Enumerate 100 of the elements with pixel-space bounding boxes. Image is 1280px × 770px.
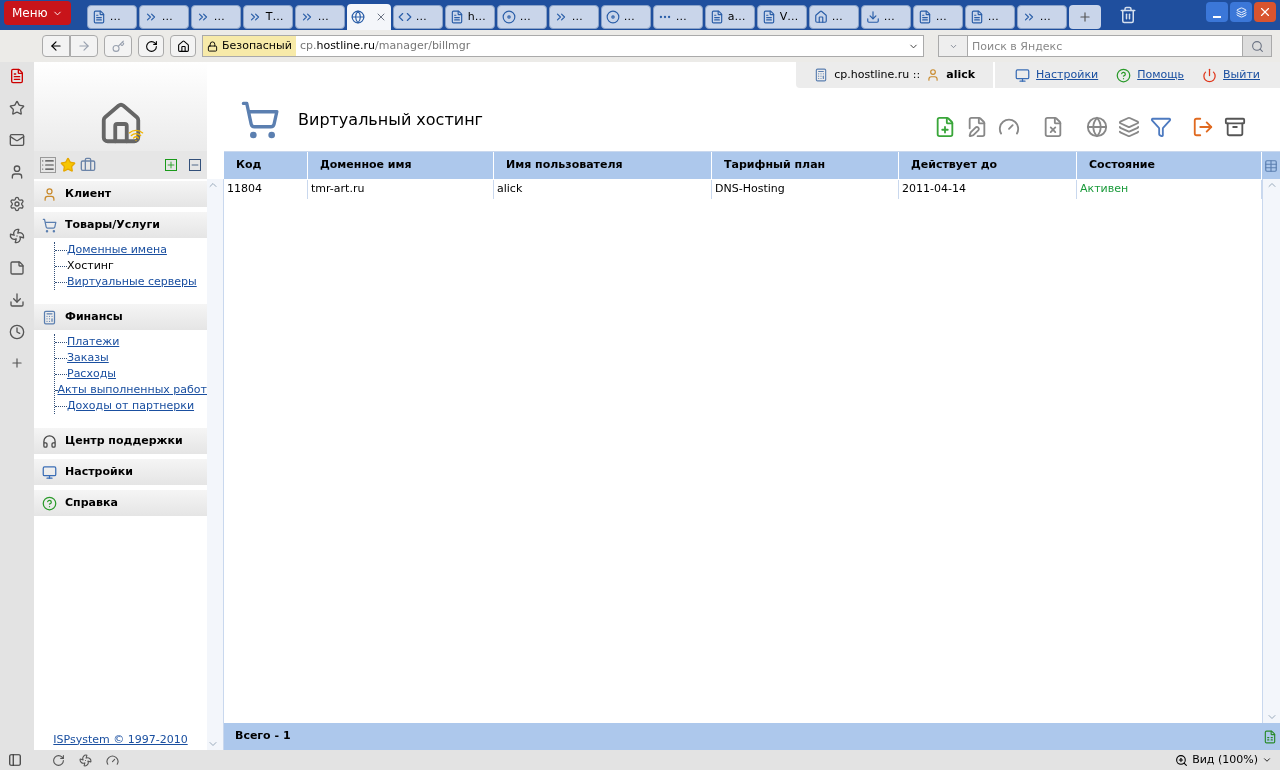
header-link[interactable]: Помощь [1116,66,1185,84]
column-header[interactable]: Доменное имя [308,152,494,179]
tab-title: … [571,8,583,25]
browser-tab[interactable]: … [294,5,345,29]
star-icon[interactable] [60,157,76,173]
new-tab-button[interactable] [1068,5,1101,29]
browser-tab[interactable]: … [138,5,189,29]
close-button[interactable] [1254,2,1276,22]
browser-tab[interactable]: … [190,5,241,29]
browser-tab[interactable]: … [860,5,911,29]
spreadsheet-icon[interactable] [1263,729,1277,744]
sidebar-link[interactable]: Виртуальные серверы [67,273,197,291]
add-icon[interactable] [10,356,24,370]
browser-tab[interactable]: … [496,5,547,29]
browser-tab[interactable]: a… [704,5,755,29]
archive-icon[interactable] [1224,115,1246,138]
column-header[interactable]: Действует до [899,152,1077,179]
browser-tab[interactable] [346,4,391,30]
contacts-icon[interactable] [9,164,25,180]
tab-title: … [161,8,173,25]
stack-icon[interactable] [1118,115,1140,138]
document-icon[interactable] [9,68,25,84]
tab-title: a… [727,8,746,25]
sidebar-link[interactable]: Акты выполненных работ [57,381,207,399]
browser-tab[interactable]: … [1016,5,1067,29]
fan-icon[interactable] [79,753,92,767]
sidebar-section-header[interactable]: Настройки [34,459,207,485]
list-icon[interactable] [40,157,56,173]
panel-toggle-icon[interactable] [8,753,22,767]
browser-tab[interactable]: T… [242,5,293,29]
tab-title: … [519,8,531,25]
browser-tab[interactable]: … [912,5,963,29]
tab-title: … [883,8,895,25]
download-icon[interactable] [9,292,25,308]
browser-tab[interactable]: … [548,5,599,29]
trash-icon[interactable] [1118,6,1137,24]
column-header[interactable]: Тарифный план [712,152,899,179]
security-badge[interactable]: Безопасный [203,36,296,56]
sidebar-link[interactable]: Расходы [67,365,116,383]
note-icon[interactable] [9,260,25,276]
briefcase-icon[interactable] [80,157,96,173]
search-button[interactable] [1242,35,1272,57]
home-button[interactable] [170,35,196,57]
sidebar-section-header[interactable]: Справка [34,490,207,516]
browser-tab[interactable]: … [964,5,1015,29]
column-header[interactable]: Имя пользователя [494,152,712,179]
bookmark-icon[interactable] [9,100,25,116]
browser-tab[interactable]: … [600,5,651,29]
minimize-button[interactable] [1206,2,1228,22]
sidebar-link[interactable]: Доходы от партнерки [67,397,195,415]
reload-button[interactable] [138,35,164,57]
table-settings-icon[interactable] [1264,158,1278,173]
zoom-control[interactable]: Вид (100%) [1175,751,1272,769]
header-link[interactable]: Настройки [1015,66,1099,84]
column-header[interactable]: Код [224,152,308,179]
delete-file-icon[interactable] [1042,115,1064,138]
expand-all-icon[interactable] [165,159,177,171]
search-icon [1250,39,1264,53]
tab-title: … [317,8,329,25]
filter-icon[interactable] [1150,115,1172,138]
browser-tab[interactable]: h… [444,5,495,29]
globe-icon[interactable] [1086,115,1108,138]
sidebar-link[interactable]: Доменные имена [67,241,167,259]
browser-tab[interactable]: … [86,5,137,29]
menu-button[interactable]: Меню [4,1,71,25]
sidebar-link[interactable]: Хостинг [67,257,114,275]
header-link[interactable]: Выйти [1202,66,1260,84]
browser-tab[interactable]: … [808,5,859,29]
sync-icon[interactable] [52,753,65,767]
column-header[interactable]: Состояние [1077,152,1262,179]
clock-icon[interactable] [9,324,25,340]
lock-icon [207,40,218,52]
sidebar-section-header[interactable]: Клиент [34,181,207,207]
exit-icon[interactable] [1192,115,1214,138]
back-button[interactable] [42,35,70,57]
total-count: Всего - 1 [235,728,291,745]
tab-title: … [623,8,635,25]
collapse-all-icon[interactable] [189,159,201,171]
settings-icon[interactable] [9,196,25,212]
browser-tab[interactable]: V… [756,5,807,29]
search-field[interactable]: Поиск в Яндекс [968,35,1242,57]
sidebar-link[interactable]: Платежи [67,333,120,351]
sidebar-link[interactable]: Заказы [67,349,109,367]
copyright-link[interactable]: ISPsystem © 1997-2010 [34,731,207,750]
sidebar-section-header[interactable]: Товары/Услуги [34,212,207,238]
edit-file-icon[interactable] [966,115,988,138]
caret-icon [1262,755,1272,765]
sidebar-section-header[interactable]: Центр поддержки [34,428,207,454]
restore-button[interactable] [1230,2,1252,22]
fan-icon[interactable] [9,228,25,244]
gauge-icon[interactable] [106,753,119,767]
user-icon [42,186,57,202]
sidebar-section-header[interactable]: Финансы [34,304,207,330]
browser-tab[interactable]: … [652,5,703,29]
new-file-icon[interactable] [934,115,956,138]
browser-tab[interactable]: … [392,5,443,29]
mail-icon[interactable] [9,132,25,148]
help-icon [1116,67,1132,83]
address-field[interactable]: Безопасный cp.hostline.ru/manager/billmgr [202,35,924,57]
tab-title: … [109,8,121,25]
